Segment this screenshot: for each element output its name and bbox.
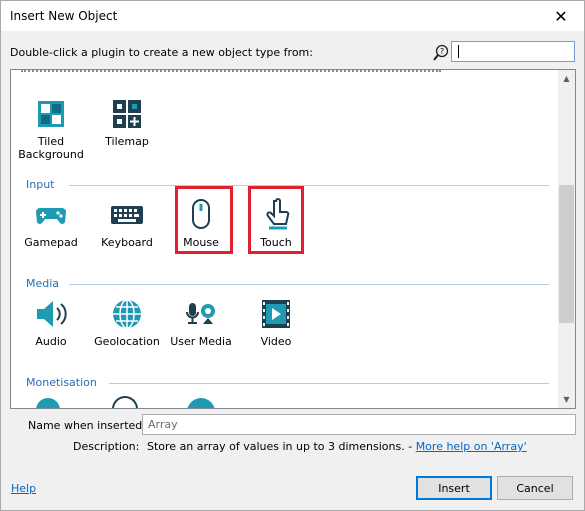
- clipped-icon: [112, 396, 138, 408]
- category-input: Input: [26, 178, 55, 191]
- name-when-inserted-input[interactable]: Array: [142, 414, 576, 435]
- user-media-icon: [186, 303, 215, 324]
- vertical-scrollbar[interactable]: ▲ ▼: [558, 70, 575, 408]
- object-type-list[interactable]: Tiled Background Tilemap Input Gamepad K…: [10, 69, 576, 409]
- tilemap-icon: [113, 100, 141, 128]
- video-icon: [262, 300, 290, 328]
- object-geolocation[interactable]: Geolocation: [89, 297, 165, 348]
- name-field-label: Name when inserted:: [28, 419, 146, 432]
- tiled-background-icon: [38, 101, 64, 127]
- item-label: Geolocation: [94, 335, 160, 348]
- category-media: Media: [26, 277, 60, 290]
- object-tiled-background[interactable]: Tiled Background: [13, 97, 89, 161]
- clipped-icon: [187, 398, 215, 408]
- object-keyboard[interactable]: Keyboard: [89, 198, 165, 249]
- cancel-button[interactable]: Cancel: [497, 476, 573, 500]
- svg-text:?: ?: [440, 47, 444, 56]
- category-divider: [69, 185, 549, 186]
- scroll-thumb[interactable]: [559, 185, 574, 323]
- insert-button[interactable]: Insert: [416, 476, 492, 500]
- category-monetisation: Monetisation: [26, 376, 97, 389]
- description-body: Store an array of values in up to 3 dime…: [147, 440, 416, 453]
- category-divider: [109, 383, 549, 384]
- object-gamepad[interactable]: Gamepad: [13, 198, 89, 249]
- keyboard-icon: [111, 206, 143, 224]
- close-button[interactable]: ✕: [538, 1, 584, 31]
- scroll-up-arrow[interactable]: ▲: [558, 70, 575, 87]
- clipped-row: [21, 70, 441, 73]
- object-user-media[interactable]: User Media: [163, 297, 239, 348]
- audio-icon: [37, 301, 67, 327]
- text-caret: [458, 45, 459, 58]
- help-link[interactable]: Help: [11, 482, 36, 495]
- category-divider: [69, 284, 549, 285]
- item-label: Keyboard: [101, 236, 153, 249]
- description-label: Description:: [73, 440, 140, 453]
- object-audio[interactable]: Audio: [13, 297, 89, 348]
- more-help-link[interactable]: More help on 'Array': [416, 440, 527, 453]
- item-label: Audio: [35, 335, 67, 348]
- item-label: Gamepad: [24, 236, 78, 249]
- insert-object-dialog: Double-click a plugin to create a new ob…: [0, 31, 585, 511]
- mouse-highlight-box: [175, 186, 233, 254]
- item-label: User Media: [170, 335, 232, 348]
- search-icon: ?: [433, 44, 449, 61]
- title-bar: Insert New Object ✕: [0, 0, 585, 31]
- touch-highlight-box: [248, 186, 304, 254]
- instruction-text: Double-click a plugin to create a new ob…: [10, 46, 313, 59]
- description-text: Store an array of values in up to 3 dime…: [147, 440, 527, 453]
- object-video[interactable]: Video: [238, 297, 314, 348]
- geolocation-icon: [113, 299, 141, 329]
- item-label: Video: [260, 335, 292, 348]
- gamepad-icon: [36, 208, 66, 224]
- item-label: Tiled Background: [18, 135, 84, 161]
- scroll-down-arrow[interactable]: ▼: [558, 391, 575, 408]
- clipped-icon: [36, 398, 60, 408]
- window-title: Insert New Object: [10, 9, 118, 23]
- search-input[interactable]: [451, 41, 575, 62]
- object-tilemap[interactable]: Tilemap: [89, 97, 165, 148]
- item-label: Tilemap: [105, 135, 149, 148]
